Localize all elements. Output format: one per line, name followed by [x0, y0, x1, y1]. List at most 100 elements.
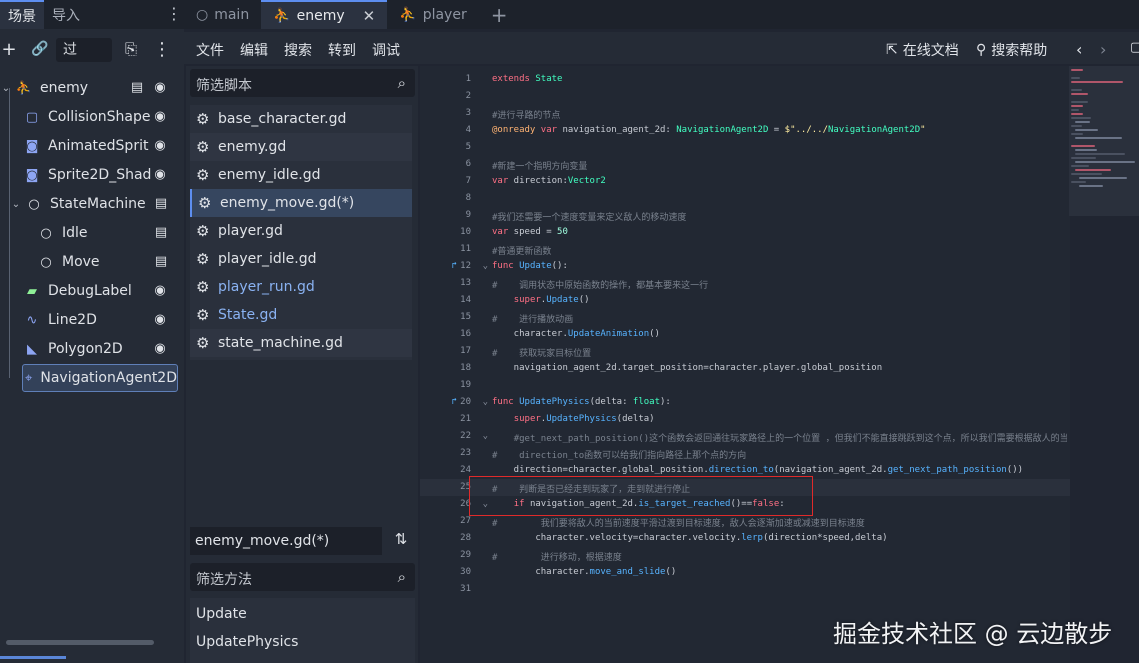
script-item[interactable]: ⚙ base_character.gd [190, 105, 412, 133]
tree-row-idle[interactable]: ○ Idle ▤ [38, 219, 174, 247]
tree-connector [9, 88, 10, 378]
line-number: 27 [460, 516, 471, 526]
menu-search[interactable]: 搜索 [284, 40, 312, 60]
code-line: direction=character.global_position.dire… [492, 465, 1024, 475]
script-item[interactable]: ⚙ enemy_idle.gd [190, 161, 412, 189]
fold-arrow-icon[interactable]: ⌄ [478, 431, 488, 441]
script-item[interactable]: ⚙ state_machine.gd [190, 329, 412, 357]
add-node-icon[interactable]: + [0, 34, 18, 64]
fold-arrow-icon[interactable]: ⌄ [478, 261, 488, 271]
filter-scripts-input[interactable]: 筛选脚本 ⌕ [190, 69, 415, 97]
method-item[interactable]: UpdatePhysics [196, 634, 298, 650]
minimap-line [1071, 125, 1082, 127]
annotation-highlight-box [469, 476, 813, 516]
visibility-eye-icon[interactable]: ◉ [152, 109, 168, 125]
tab-scene[interactable]: 场景 [0, 0, 44, 29]
visibility-eye-icon[interactable]: ◉ [152, 312, 168, 328]
tab-player[interactable]: ⛹ player [387, 0, 478, 29]
menu-goto[interactable]: 转到 [328, 40, 356, 60]
code-line: # 获取玩家目标位置 [492, 349, 592, 359]
external-link-icon: ⇱ [886, 42, 898, 58]
tree-row-enemy[interactable]: ⌄ ⛹ enemy ▤ ◉ [0, 74, 174, 102]
gear-icon: ⚙ [196, 278, 210, 296]
tree-row-line2d[interactable]: ∿ Line2D ◉ [24, 306, 174, 334]
minimap-line [1071, 89, 1082, 91]
script-icon[interactable]: ▤ [130, 80, 144, 96]
navigation-agent-icon: ⌖ [25, 370, 33, 386]
tab-import[interactable]: 导入 [44, 0, 88, 29]
script-item[interactable]: ⚙ player_idle.gd [190, 245, 412, 273]
code-line: @onready var navigation_agent_2d: Naviga… [492, 125, 926, 135]
search-help-button[interactable]: ⚲ 搜索帮助 [976, 40, 1047, 60]
tree-label: NavigationAgent2D [40, 370, 177, 386]
visibility-eye-icon[interactable]: ◉ [152, 283, 168, 299]
line-number: 23 [460, 448, 471, 458]
online-docs-button[interactable]: ⇱ 在线文档 [886, 40, 959, 60]
link-icon[interactable]: 🔗 [30, 34, 50, 64]
history-back-icon[interactable]: ‹ [1076, 40, 1082, 59]
sort-icon[interactable]: ⇅ [390, 530, 412, 552]
method-item[interactable]: Update [196, 606, 247, 622]
fold-arrow-icon[interactable]: ⌄ [478, 397, 488, 407]
line-number: 24 [460, 465, 471, 475]
script-item-selected[interactable]: ⚙ enemy_move.gd(*) [190, 189, 412, 217]
more-icon[interactable]: ⋮ [153, 34, 171, 64]
script-item[interactable]: ⚙ player.gd [190, 217, 412, 245]
animated-sprite-icon: ◙ [25, 138, 39, 154]
code-line: extends State [492, 74, 563, 84]
code-line: #get_next_path_position()这个函数会返回通往玩家路径上的… [513, 434, 1067, 444]
script-item[interactable]: ⚙ enemy.gd [190, 133, 412, 161]
code-line: character.UpdateAnimation() [492, 329, 660, 339]
filter-methods-input[interactable]: 筛选方法 ⌕ [190, 563, 415, 591]
script-icon[interactable]: ▤ [154, 225, 168, 241]
collapse-arrow-icon[interactable]: ⌄ [10, 199, 22, 210]
tree-row-collisionshape[interactable]: ▢ CollisionShape ◉ [24, 103, 174, 131]
menu-debug[interactable]: 调试 [372, 40, 400, 60]
method-list: Update UpdatePhysics [190, 598, 415, 663]
code-line: #进行寻路的节点 [492, 111, 561, 121]
scene-filter-input[interactable]: 过 [56, 38, 112, 62]
tree-row-debuglabel[interactable]: ▰ DebugLabel ◉ [24, 277, 174, 305]
horizontal-scrollbar[interactable] [6, 640, 154, 645]
script-icon[interactable]: ▤ [154, 254, 168, 270]
close-icon[interactable]: ✕ [363, 7, 376, 25]
override-icon[interactable]: ↱ [405, 261, 457, 271]
menu-edit[interactable]: 编辑 [240, 40, 268, 60]
node-icon: ○ [196, 6, 209, 23]
script-name: base_character.gd [218, 111, 347, 127]
tab-main[interactable]: ○ main [184, 0, 261, 29]
attach-script-icon[interactable]: ⎘ [120, 34, 142, 64]
watermark: 掘金技术社区 @ 云边散步 [833, 620, 1113, 648]
code-line: super.UpdatePhysics(delta) [513, 414, 655, 424]
line-number: 17 [460, 346, 471, 356]
add-tab-icon[interactable]: + [479, 0, 520, 29]
distraction-free-icon[interactable]: ▢ [1130, 40, 1139, 55]
tab-label: enemy [296, 7, 345, 24]
code-minimap[interactable] [1069, 66, 1139, 216]
tree-row-statemachine[interactable]: ⌄ ○ StateMachine ▤ [10, 190, 174, 218]
line-number: 5 [465, 142, 471, 152]
code-line: # 进行移动，根据速度 [492, 553, 622, 563]
filter-scripts-placeholder: 筛选脚本 [196, 78, 252, 94]
tree-row-navigationagent2d[interactable]: ⌖ NavigationAgent2D [22, 364, 178, 392]
tree-row-sprite2d-shadow[interactable]: ◙ Sprite2D_Shad ◉ [24, 161, 174, 189]
collapse-arrow-icon[interactable]: ⌄ [0, 83, 12, 94]
code-line: #普通更新函数 [492, 247, 552, 257]
script-name: enemy_move.gd(*) [220, 195, 355, 211]
visibility-eye-icon[interactable]: ◉ [152, 138, 168, 154]
script-item[interactable]: ⚙ State.gd [190, 301, 412, 329]
visibility-eye-icon[interactable]: ◉ [152, 341, 168, 357]
tree-row-move[interactable]: ○ Move ▤ [38, 248, 174, 276]
history-forward-icon[interactable]: › [1100, 40, 1106, 59]
dock-menu-icon[interactable]: ⋮ [166, 5, 182, 23]
tree-row-animatedsprite[interactable]: ◙ AnimatedSprit ◉ [24, 132, 174, 160]
menu-file[interactable]: 文件 [196, 40, 224, 60]
tab-enemy[interactable]: ⛹ enemy ✕ [261, 0, 388, 29]
visibility-eye-icon[interactable]: ◉ [152, 167, 168, 183]
script-item[interactable]: ⚙ player_run.gd [190, 273, 412, 301]
override-icon[interactable]: ↱ [405, 397, 457, 407]
tree-row-polygon2d[interactable]: ◣ Polygon2D ◉ [24, 335, 174, 363]
minimap-line [1079, 185, 1104, 187]
script-icon[interactable]: ▤ [154, 196, 168, 212]
visibility-eye-icon[interactable]: ◉ [152, 80, 168, 96]
